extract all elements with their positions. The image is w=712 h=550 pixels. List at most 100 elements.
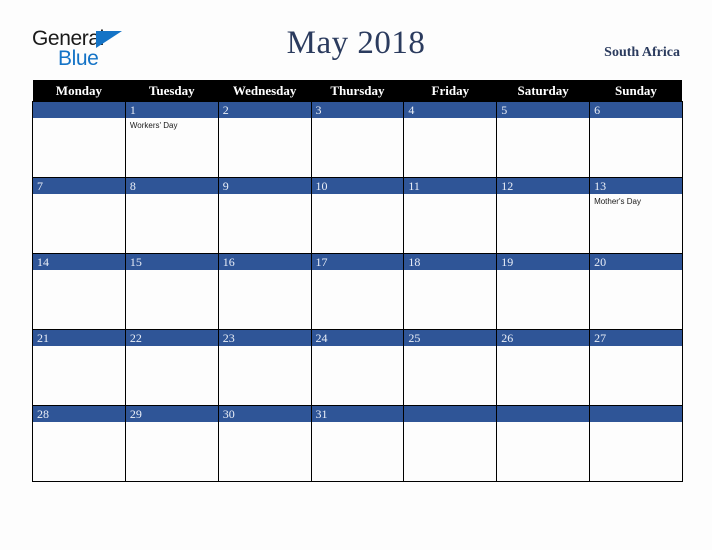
day-events <box>590 270 682 329</box>
calendar-week-row: 7 8 9 10 11 12 13 Mother's Day <box>32 177 683 254</box>
calendar-day-cell[interactable]: 6 <box>589 101 683 178</box>
day-number <box>33 102 125 118</box>
calendar-day-cell[interactable]: 3 <box>310 101 405 178</box>
day-number: 19 <box>497 254 590 270</box>
day-number: 10 <box>311 178 404 194</box>
calendar-day-cell[interactable]: 24 <box>310 329 405 406</box>
day-events <box>590 118 682 177</box>
day-number: 9 <box>218 178 311 194</box>
calendar-day-cell[interactable]: 15 <box>124 253 219 330</box>
calendar-week-row: 28 29 30 31 <box>32 405 683 482</box>
day-number: 22 <box>125 330 218 346</box>
calendar-day-cell[interactable]: 10 <box>310 177 405 254</box>
calendar-day-cell[interactable] <box>32 101 126 178</box>
calendar-day-cell[interactable]: 20 <box>589 253 683 330</box>
calendar-day-cell[interactable]: 7 <box>32 177 126 254</box>
calendar-week-row: 1 Workers' Day 2 3 4 5 6 <box>32 101 683 178</box>
calendar-day-cell[interactable] <box>496 405 591 482</box>
day-number: 24 <box>311 330 404 346</box>
day-events <box>218 422 311 481</box>
calendar-day-cell[interactable]: 19 <box>496 253 591 330</box>
day-events <box>218 194 311 253</box>
day-events <box>33 194 125 253</box>
calendar-day-cell[interactable]: 28 <box>32 405 126 482</box>
calendar-day-cell[interactable]: 13 Mother's Day <box>589 177 683 254</box>
calendar-day-cell[interactable]: 18 <box>403 253 498 330</box>
day-events <box>311 346 404 405</box>
day-number: 2 <box>218 102 311 118</box>
day-events <box>404 346 497 405</box>
calendar-day-cell[interactable]: 29 <box>124 405 219 482</box>
calendar-day-cell[interactable]: 21 <box>32 329 126 406</box>
calendar-day-cell[interactable]: 12 <box>496 177 591 254</box>
day-events <box>125 194 218 253</box>
calendar-day-cell[interactable]: 30 <box>217 405 312 482</box>
weekday-header-thursday: Thursday <box>311 80 404 102</box>
calendar-body: 1 Workers' Day 2 3 4 5 6 7 8 9 10 11 12 13 Mother's Da… <box>32 101 683 482</box>
calendar-week-row: 14 15 16 17 18 19 20 <box>32 253 683 330</box>
day-events <box>33 346 125 405</box>
day-events <box>125 270 218 329</box>
calendar-week-row: 21 22 23 24 25 26 27 <box>32 329 683 406</box>
country-label: South Africa <box>604 45 680 60</box>
calendar-day-cell[interactable]: 16 <box>217 253 312 330</box>
calendar-day-cell[interactable]: 27 <box>589 329 683 406</box>
calendar-day-cell[interactable]: 8 <box>124 177 219 254</box>
day-events <box>404 422 497 481</box>
day-number: 8 <box>125 178 218 194</box>
day-events <box>404 194 497 253</box>
weekday-header-friday: Friday <box>403 80 497 102</box>
day-number: 3 <box>311 102 404 118</box>
day-number: 27 <box>590 330 682 346</box>
calendar-day-cell[interactable]: 2 <box>217 101 312 178</box>
calendar-day-cell[interactable]: 22 <box>124 329 219 406</box>
day-number: 12 <box>497 178 590 194</box>
calendar-day-cell[interactable]: 17 <box>310 253 405 330</box>
day-number <box>590 406 682 422</box>
day-events <box>125 422 218 481</box>
calendar-day-cell[interactable] <box>403 405 498 482</box>
day-events <box>497 118 590 177</box>
day-event-label: Workers' Day <box>129 121 178 130</box>
calendar-day-cell[interactable]: 1 Workers' Day <box>124 101 219 178</box>
day-number: 6 <box>590 102 682 118</box>
day-number: 26 <box>497 330 590 346</box>
day-number: 23 <box>218 330 311 346</box>
day-events: Mother's Day <box>590 194 682 253</box>
day-number: 28 <box>33 406 125 422</box>
day-events <box>590 346 682 405</box>
day-events: Workers' Day <box>125 118 218 177</box>
day-number: 11 <box>404 178 497 194</box>
page-header: General Blue May 2018 South Africa <box>0 0 712 78</box>
day-number <box>404 406 497 422</box>
day-events <box>33 422 125 481</box>
day-events <box>218 118 311 177</box>
day-number: 30 <box>218 406 311 422</box>
calendar-day-cell[interactable]: 23 <box>217 329 312 406</box>
day-number: 4 <box>404 102 497 118</box>
day-number <box>497 406 590 422</box>
day-number: 25 <box>404 330 497 346</box>
calendar-day-cell[interactable]: 11 <box>403 177 498 254</box>
calendar-day-cell[interactable]: 4 <box>403 101 498 178</box>
day-events <box>497 422 590 481</box>
calendar-day-cell[interactable]: 5 <box>496 101 591 178</box>
day-events <box>311 118 404 177</box>
calendar-day-cell[interactable]: 14 <box>32 253 126 330</box>
calendar-day-cell[interactable] <box>589 405 683 482</box>
day-number: 16 <box>218 254 311 270</box>
day-number: 17 <box>311 254 404 270</box>
day-number: 18 <box>404 254 497 270</box>
calendar-page: General Blue May 2018 South Africa Monda… <box>0 0 712 550</box>
day-number: 7 <box>33 178 125 194</box>
calendar-day-cell[interactable]: 26 <box>496 329 591 406</box>
calendar-day-cell[interactable]: 9 <box>217 177 312 254</box>
day-number: 21 <box>33 330 125 346</box>
calendar-day-cell[interactable]: 25 <box>403 329 498 406</box>
weekday-header-tuesday: Tuesday <box>125 80 219 102</box>
day-number: 20 <box>590 254 682 270</box>
day-events <box>311 270 404 329</box>
calendar-day-cell[interactable]: 31 <box>310 405 405 482</box>
day-events <box>218 270 311 329</box>
day-number: 31 <box>311 406 404 422</box>
